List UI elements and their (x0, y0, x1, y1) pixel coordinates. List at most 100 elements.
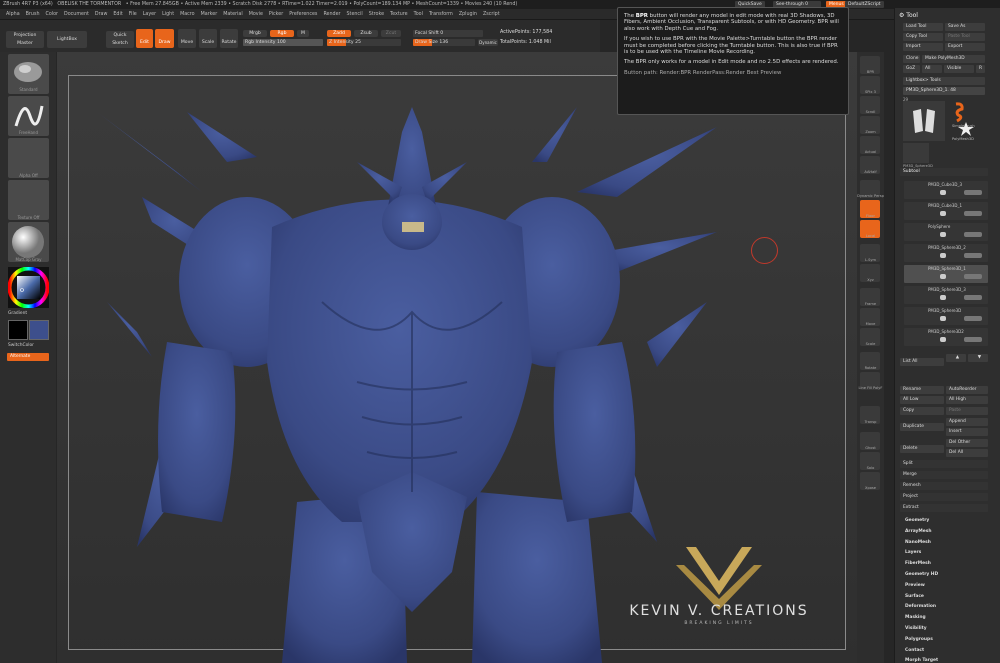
eye-icon[interactable] (940, 211, 946, 216)
subtool-row[interactable]: PM3D_Sphere3D2 (904, 328, 988, 346)
menu-item[interactable]: Texture (390, 9, 408, 19)
paste-tool-button[interactable]: Paste Tool (945, 33, 985, 41)
dynamic-button[interactable]: Dynamic (478, 39, 498, 46)
palette-section[interactable]: Masking (905, 615, 926, 620)
rgb-intensity-slider[interactable]: Rgb Intensity 100 (243, 39, 323, 46)
paste-button[interactable]: Paste (946, 407, 988, 415)
all-high-button[interactable]: All High (946, 396, 988, 404)
append-button[interactable]: Append (946, 418, 988, 426)
load-tool-button[interactable]: Load Tool (903, 23, 943, 31)
switchcolor-button[interactable]: SwitchColor (8, 343, 34, 348)
move-button[interactable]: Move (178, 29, 196, 48)
remesh-section[interactable]: Remesh (900, 482, 988, 490)
subtool-row[interactable]: PolySphere (904, 223, 988, 241)
alternate-button[interactable]: Alternate (7, 353, 49, 361)
lightbox-button[interactable]: LightBox (47, 31, 87, 48)
visible-button[interactable]: Visible (944, 65, 974, 73)
rotate-button[interactable]: Rotate (220, 29, 238, 48)
copy-tool-button[interactable]: Copy Tool (903, 33, 943, 41)
palette-section[interactable]: Layers (905, 550, 921, 555)
move-down-button[interactable]: ▼ (968, 354, 988, 362)
subtool-row[interactable]: PM3D_Cube3D_3 (904, 181, 988, 199)
duplicate-button[interactable]: Duplicate (900, 423, 944, 431)
move-up-button[interactable]: ▲ (946, 354, 966, 362)
eye-icon[interactable] (940, 253, 946, 258)
palette-section[interactable]: Visibility (905, 626, 927, 631)
del-other-button[interactable]: Del Other (946, 439, 988, 447)
edit-button[interactable]: Edit (136, 29, 153, 48)
mrgb-button[interactable]: Mrgb (243, 30, 267, 37)
draw-size-slider[interactable]: Draw Size 136 (413, 39, 475, 46)
focal-shift-slider[interactable]: Focal Shift 0 (413, 30, 483, 37)
subtool-row[interactable]: PM3D_Sphere3D_2 (904, 244, 988, 262)
project-section[interactable]: Project (900, 493, 988, 501)
menu-item[interactable]: Zplugin (459, 9, 477, 19)
subtool-toggle[interactable] (964, 295, 982, 300)
subtool-row[interactable]: PM3D_Sphere3D (904, 307, 988, 325)
menu-item[interactable]: Document (64, 9, 89, 19)
texture-selector[interactable] (8, 180, 49, 220)
palette-section[interactable]: Geometry (905, 518, 929, 523)
all-low-button[interactable]: All Low (900, 396, 944, 404)
zsub-button[interactable]: Zsub (354, 30, 378, 37)
subtool-toggle[interactable] (964, 274, 982, 279)
copy-button[interactable]: Copy (900, 407, 944, 415)
simplebrush-tool[interactable] (948, 101, 970, 123)
menu-item[interactable]: Picker (269, 9, 283, 19)
subtool-toggle[interactable] (964, 337, 982, 342)
autoreorder-button[interactable]: AutoReorder (946, 386, 988, 394)
color-picker[interactable] (7, 266, 50, 309)
menu-item[interactable]: Material (223, 9, 243, 19)
all-button[interactable]: All (922, 65, 942, 73)
extract-section[interactable]: Extract (900, 504, 988, 512)
import-button[interactable]: Import (903, 43, 943, 51)
menu-item[interactable]: Tool (414, 9, 423, 19)
menu-item[interactable]: Preferences (289, 9, 317, 19)
palette-section[interactable]: Contact (905, 648, 924, 653)
eye-icon[interactable] (940, 274, 946, 279)
zadd-button[interactable]: Zadd (327, 30, 351, 37)
menu-item[interactable]: Alpha (6, 9, 20, 19)
palette-section[interactable]: Preview (905, 583, 925, 588)
eye-icon[interactable] (940, 295, 946, 300)
del-all-button[interactable]: Del All (946, 449, 988, 457)
palette-section[interactable]: ArrayMesh (905, 529, 932, 534)
rename-button[interactable]: Rename (900, 386, 944, 394)
menu-item[interactable]: Transform (429, 9, 453, 19)
menu-item[interactable]: Marker (201, 9, 218, 19)
menu-item[interactable]: File (129, 9, 137, 19)
palette-section[interactable]: Morph Target (905, 658, 938, 663)
secondary-color-swatch[interactable] (29, 320, 49, 340)
current-tool-thumbnail[interactable] (903, 101, 945, 141)
eye-icon[interactable] (940, 190, 946, 195)
primary-color-swatch[interactable] (8, 320, 28, 340)
clone-button[interactable]: Clone (903, 55, 920, 63)
m-button[interactable]: M (297, 30, 309, 37)
palette-section[interactable]: FiberMesh (905, 561, 931, 566)
subtool-toggle[interactable] (964, 253, 982, 258)
quick-sketch-button[interactable]: Quick Sketch (106, 31, 134, 48)
subtool-toggle[interactable] (964, 211, 982, 216)
subtool-row[interactable]: PM3D_Sphere3D_3 (904, 286, 988, 304)
zcut-button[interactable]: Zcut (381, 30, 401, 37)
menu-item[interactable]: Stroke (369, 9, 384, 19)
subtool-toggle[interactable] (964, 232, 982, 237)
sphere-tool-thumb[interactable] (903, 143, 929, 163)
menu-item[interactable]: Zscript (483, 9, 500, 19)
lightbox-tools-button[interactable]: Lightbox> Tools (903, 77, 985, 85)
eye-icon[interactable] (940, 316, 946, 321)
menu-item[interactable]: Stencil (347, 9, 363, 19)
menu-item[interactable]: Movie (249, 9, 263, 19)
subtool-row[interactable]: PM3D_Cube3D_1 (904, 202, 988, 220)
alpha-selector[interactable] (8, 138, 49, 178)
list-all-button[interactable]: List All (900, 358, 944, 366)
make-polymesh-button[interactable]: Make PolyMesh3D (922, 55, 985, 63)
menu-item[interactable]: Color (45, 9, 58, 19)
menu-item[interactable]: Draw (95, 9, 108, 19)
menu-item[interactable]: Layer (143, 9, 156, 19)
subtool-toggle[interactable] (964, 190, 982, 195)
rgb-button[interactable]: Rgb (270, 30, 294, 37)
palette-section[interactable]: Geometry HD (905, 572, 938, 577)
menu-item[interactable]: Render (323, 9, 340, 19)
insert-button[interactable]: Insert (946, 428, 988, 436)
